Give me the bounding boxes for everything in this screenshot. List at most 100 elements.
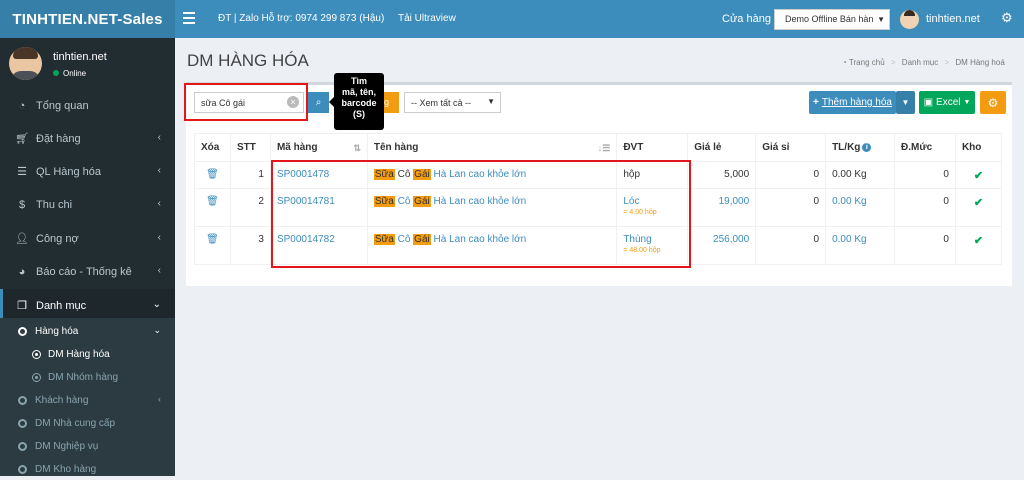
sidebar-item-label: QL Hàng hóa xyxy=(36,165,102,178)
retail-price: 256,000 xyxy=(687,226,757,265)
circle-icon xyxy=(18,326,27,336)
check-icon: ✔ xyxy=(973,235,984,247)
chevron-down-icon: ⌄ xyxy=(152,299,161,310)
trash-icon[interactable]: 🗑︎ xyxy=(206,196,219,207)
annotation-results-box xyxy=(271,160,691,268)
retail-price: 5,000 xyxy=(687,161,757,189)
wholesale-price: 0 xyxy=(755,226,827,265)
dashboard-icon: ◔ xyxy=(18,99,26,112)
user-panel: tinhtien.net Online xyxy=(0,38,175,88)
list-icon: ☰ xyxy=(17,166,27,178)
plus-icon: + xyxy=(813,97,819,108)
trash-icon[interactable]: 🗑︎ xyxy=(206,234,219,245)
submenu-dm-hang-hoa[interactable]: DM Hàng hóa xyxy=(0,343,175,365)
submenu-warehouses[interactable]: DM Kho hàng xyxy=(0,458,175,480)
sort-asc-icon[interactable]: ↓☰ xyxy=(598,143,611,154)
store-select[interactable]: Demo Offline Bán hàn ▼ xyxy=(774,9,890,30)
ultraview-link[interactable]: Tải Ultraview xyxy=(398,13,456,24)
col-stock: Kho xyxy=(954,133,1003,162)
submenu-operations[interactable]: DM Nghiệp vụ xyxy=(0,435,175,457)
breadcrumb-catalog[interactable]: Danh mục xyxy=(902,58,938,67)
wholesale-price: 0 xyxy=(755,161,827,189)
sidebar-item-cashflow[interactable]: $ Thu chi ‹ xyxy=(0,188,175,221)
breadcrumb-home[interactable]: Trang chủ xyxy=(849,58,885,67)
trash-icon[interactable]: 🗑︎ xyxy=(206,169,219,180)
category-filter-select[interactable]: -- Xem tất cả -- ▼ xyxy=(404,92,501,113)
sidebar-item-label: Đặt hàng xyxy=(36,132,81,145)
radio-dot-icon xyxy=(32,372,41,382)
add-product-button[interactable]: + Thêm hàng hóa xyxy=(809,91,896,114)
row-stt: 1 xyxy=(229,161,271,189)
sidebar-item-reports[interactable]: ◕ Báo cáo - Thống kê ‹ xyxy=(0,255,175,288)
cart-icon: 🛒︎ xyxy=(15,133,29,145)
col-min-stock: Đ.Mức xyxy=(894,133,956,162)
search-button[interactable]: ⌕ xyxy=(308,92,329,113)
sidebar-item-label: Danh mục xyxy=(36,299,87,312)
excel-button[interactable]: ▣ Excel ▼ xyxy=(919,91,975,114)
retail-price: 19,000 xyxy=(687,188,757,227)
submenu-dm-nhom-hang[interactable]: DM Nhóm hàng xyxy=(0,366,175,388)
col-retail-price: Giá lẻ xyxy=(687,133,757,162)
col-stt[interactable]: STT xyxy=(229,133,271,162)
excel-icon: ▣ xyxy=(923,97,934,108)
header-username[interactable]: tinhtien.net xyxy=(926,13,980,25)
radio-dot-icon xyxy=(32,349,41,359)
weight: 0.00 Kg xyxy=(825,188,895,227)
app-logo[interactable]: TINHTIEN.NET-Sales xyxy=(0,0,175,38)
submenu-suppliers[interactable]: DM Nhà cung cấp xyxy=(0,412,175,434)
gear-icon: ⚙ xyxy=(987,95,999,110)
sidebar-item-label: Tổng quan xyxy=(36,99,89,112)
col-weight: TL/Kg i xyxy=(825,133,895,162)
sidebar-item-products[interactable]: ☰ QL Hàng hóa ‹ xyxy=(0,155,175,188)
min-stock: 0 xyxy=(894,226,956,265)
avatar xyxy=(9,47,42,80)
add-dropdown-button[interactable]: ▼ xyxy=(896,91,915,114)
min-stock: 0 xyxy=(894,188,956,227)
sidebar-item-orders[interactable]: 🛒︎ Đặt hàng ‹ xyxy=(0,122,175,155)
sidebar: tinhtien.net Online ◔ Tổng quan 🛒︎ Đặt h… xyxy=(0,38,175,476)
gear-icon[interactable]: ⚙ xyxy=(1001,10,1013,26)
caret-down-icon: ▼ xyxy=(901,98,910,107)
submenu-products[interactable]: Hàng hóa ⌄ xyxy=(0,320,175,342)
chevron-down-icon: ▼ xyxy=(877,15,885,24)
settings-button[interactable]: ⚙ xyxy=(980,91,1006,114)
col-delete: Xóa xyxy=(194,133,231,162)
search-tooltip: Tìm mã, tên, barcode (S) xyxy=(329,73,384,130)
online-dot-icon xyxy=(53,70,59,76)
user-icon: 👤︎ xyxy=(15,233,29,245)
circle-icon xyxy=(18,441,27,451)
sidebar-toggle-icon[interactable] xyxy=(183,12,195,24)
store-label: Cửa hàng xyxy=(722,13,771,25)
col-wholesale-price: Giá sỉ xyxy=(755,133,827,162)
sidebar-item-label: Công nợ xyxy=(36,232,79,245)
chevron-left-icon: ‹ xyxy=(157,198,161,209)
header-avatar[interactable] xyxy=(900,10,919,29)
filter-chip[interactable]: g xyxy=(384,92,399,113)
chevron-left-icon: ‹ xyxy=(157,165,161,176)
col-unit: ĐVT xyxy=(616,133,689,162)
online-status: Online xyxy=(53,69,86,78)
info-icon[interactable]: i xyxy=(862,143,872,152)
col-name[interactable]: Tên hàng ↓☰ xyxy=(366,133,618,162)
sidebar-item-dashboard[interactable]: ◔ Tổng quan xyxy=(0,89,175,122)
chevron-left-icon: ‹ xyxy=(158,394,161,404)
pie-chart-icon: ◕ xyxy=(18,265,26,278)
chevron-left-icon: ‹ xyxy=(157,265,161,276)
sidebar-item-debt[interactable]: 👤︎ Công nợ ‹ xyxy=(0,222,175,255)
sidebar-item-label: Thu chi xyxy=(36,198,73,211)
chevron-down-icon: ▼ xyxy=(487,97,495,106)
row-stt: 2 xyxy=(229,188,271,227)
top-header: TINHTIEN.NET-Sales ĐT | Zalo Hỗ trợ: 097… xyxy=(0,0,1024,38)
circle-icon xyxy=(18,464,27,474)
row-stt: 3 xyxy=(229,226,271,265)
support-phone: ĐT | Zalo Hỗ trợ: 0974 299 873 (Hậu) xyxy=(218,13,385,24)
annotation-search-box xyxy=(184,83,308,121)
chevron-left-icon: ‹ xyxy=(157,132,161,143)
check-icon: ✔ xyxy=(973,197,984,209)
breadcrumb: ◔ Trang chủ > Danh mục > DM Hàng hoá xyxy=(842,58,1005,67)
sort-icon[interactable]: ⇅ xyxy=(353,143,361,154)
dollar-icon: $ xyxy=(18,198,26,211)
wholesale-price: 0 xyxy=(755,188,827,227)
col-code[interactable]: Mã hàng ⇅ xyxy=(269,133,368,162)
submenu-customers[interactable]: Khách hàng ‹ xyxy=(0,389,175,411)
